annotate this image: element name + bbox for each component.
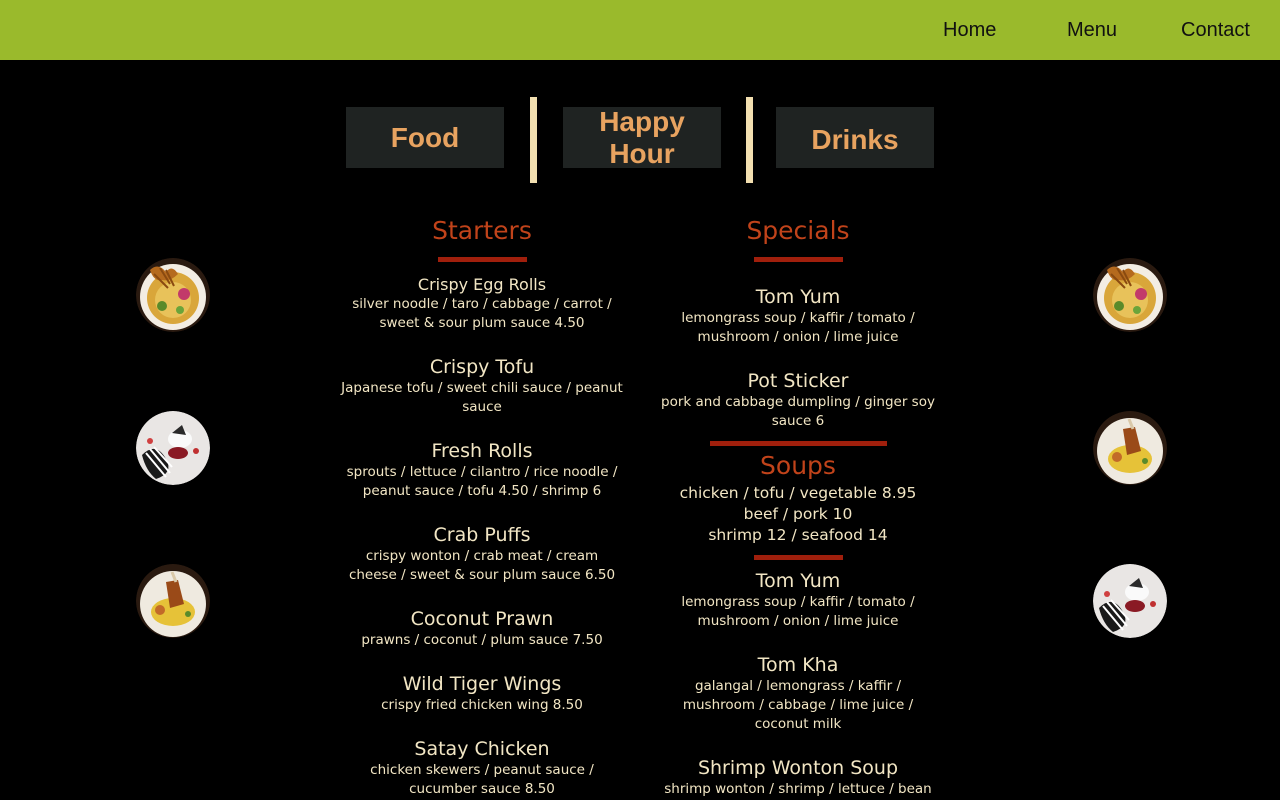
tab-drinks[interactable]: Drinks: [776, 107, 934, 168]
menu-item: Satay Chicken chicken skewers / peanut s…: [332, 737, 632, 799]
item-desc: sauce 6: [771, 413, 825, 429]
menu-item: Tom Yum lemongrass soup / kaffir / tomat…: [648, 285, 948, 347]
tab-happy-line1: Happy: [599, 105, 685, 137]
menu-item: Tom Kha galangal / lemongrass / kaffir /…: [648, 653, 948, 734]
item-desc: sprouts / lettuce / cilantro / rice nood…: [346, 464, 618, 480]
item-desc: mushroom / cabbage / lime juice /: [682, 697, 914, 713]
menu-item: Pot Sticker pork and cabbage dumpling / …: [648, 369, 948, 431]
tab-divider: [530, 97, 537, 183]
menu-item: Tom Yum lemongrass soup / kaffir / tomat…: [648, 569, 948, 631]
item-desc: crispy fried chicken wing 8.50: [381, 697, 583, 713]
item-desc: pork and cabbage dumpling / ginger soy: [661, 394, 935, 410]
item-name: Shrimp Wonton Soup: [697, 757, 899, 779]
item-name: Tom Kha: [757, 654, 839, 676]
menu-item: Crispy Egg Rolls silver noodle / taro / …: [332, 274, 632, 333]
soups-heading: Soups: [760, 451, 836, 480]
item-name: Fresh Rolls: [431, 440, 533, 462]
starters-rule: [438, 257, 527, 262]
noodle-bowl-image: [1093, 258, 1167, 332]
item-desc: chicken skewers / peanut sauce /: [370, 762, 594, 778]
tab-happy-hour-label: Happy Hour: [599, 106, 685, 170]
menu-item: Coconut Prawn prawns / coconut / plum sa…: [332, 607, 632, 650]
item-desc: cheese / sweet & sour plum sauce 6.50: [348, 567, 616, 583]
chicken-curry-image: [136, 564, 210, 638]
menu-item: Wild Tiger Wings crispy fried chicken wi…: [332, 672, 632, 715]
plated-dessert-image: [1093, 564, 1167, 638]
soups-rule: [754, 555, 843, 560]
soups-top-rule: [710, 441, 887, 446]
top-nav-bar: Home Menu Contact: [0, 0, 1280, 60]
item-desc: peanut sauce / tofu 4.50 / shrimp 6: [362, 483, 602, 499]
item-desc: Japanese tofu / sweet chili sauce / pean…: [341, 380, 623, 396]
item-name: Tom Yum: [755, 286, 841, 308]
item-desc: sweet & sour plum sauce 4.50: [379, 315, 585, 331]
tab-divider: [746, 97, 753, 183]
item-name: Coconut Prawn: [410, 608, 554, 630]
item-desc: crispy wonton / crab meat / cream: [365, 548, 599, 564]
soups-prices: chicken / tofu / vegetable 8.95 beef / p…: [648, 483, 948, 546]
item-name: Crispy Egg Rolls: [417, 275, 547, 294]
item-name: Pot Sticker: [747, 370, 849, 392]
specials-rule: [754, 257, 843, 262]
item-name: Satay Chicken: [414, 738, 550, 760]
nav-menu-link[interactable]: Menu: [1067, 18, 1117, 42]
item-desc: silver noodle / taro / cabbage / carrot …: [352, 296, 612, 312]
tab-food[interactable]: Food: [346, 107, 504, 168]
item-name: Crab Puffs: [433, 524, 531, 546]
item-desc: coconut milk: [754, 716, 842, 732]
soups-price-line: beef / pork 10: [743, 505, 853, 523]
soups-price-line: chicken / tofu / vegetable 8.95: [679, 484, 917, 502]
item-desc: mushroom / onion / lime juice: [697, 613, 899, 629]
item-desc: mushroom / onion / lime juice: [697, 329, 899, 345]
item-desc: cucumber sauce 8.50: [409, 781, 555, 797]
nav-home-link[interactable]: Home: [943, 18, 996, 42]
item-desc: galangal / lemongrass / kaffir /: [694, 678, 902, 694]
nav-contact-link[interactable]: Contact: [1181, 18, 1250, 42]
item-name: Wild Tiger Wings: [402, 673, 562, 695]
chicken-curry-image: [1093, 411, 1167, 485]
menu-item: Fresh Rolls sprouts / lettuce / cilantro…: [332, 439, 632, 501]
tab-food-label: Food: [390, 121, 460, 153]
item-name: Crispy Tofu: [429, 356, 535, 378]
item-desc: sauce: [462, 399, 502, 415]
menu-item: Crab Puffs crispy wonton / crab meat / c…: [332, 523, 632, 585]
menu-item: Shrimp Wonton Soup shrimp wonton / shrim…: [648, 756, 948, 799]
starters-heading: Starters: [432, 216, 532, 245]
tab-happy-line2: Hour: [609, 137, 675, 169]
soups-price-line: shrimp 12 / seafood 14: [708, 526, 888, 544]
menu-item: Crispy Tofu Japanese tofu / sweet chili …: [332, 355, 632, 417]
item-desc: shrimp wonton / shrimp / lettuce / bean: [664, 781, 932, 797]
tab-drinks-label: Drinks: [811, 123, 899, 155]
noodle-bowl-image: [136, 258, 210, 332]
item-name: Tom Yum: [755, 570, 841, 592]
item-desc: prawns / coconut / plum sauce 7.50: [361, 632, 603, 648]
tab-happy-hour[interactable]: Happy Hour: [563, 106, 721, 170]
specials-heading: Specials: [746, 216, 850, 245]
item-desc: lemongrass soup / kaffir / tomato /: [681, 310, 915, 326]
item-desc: lemongrass soup / kaffir / tomato /: [681, 594, 915, 610]
plated-dessert-image: [136, 411, 210, 485]
